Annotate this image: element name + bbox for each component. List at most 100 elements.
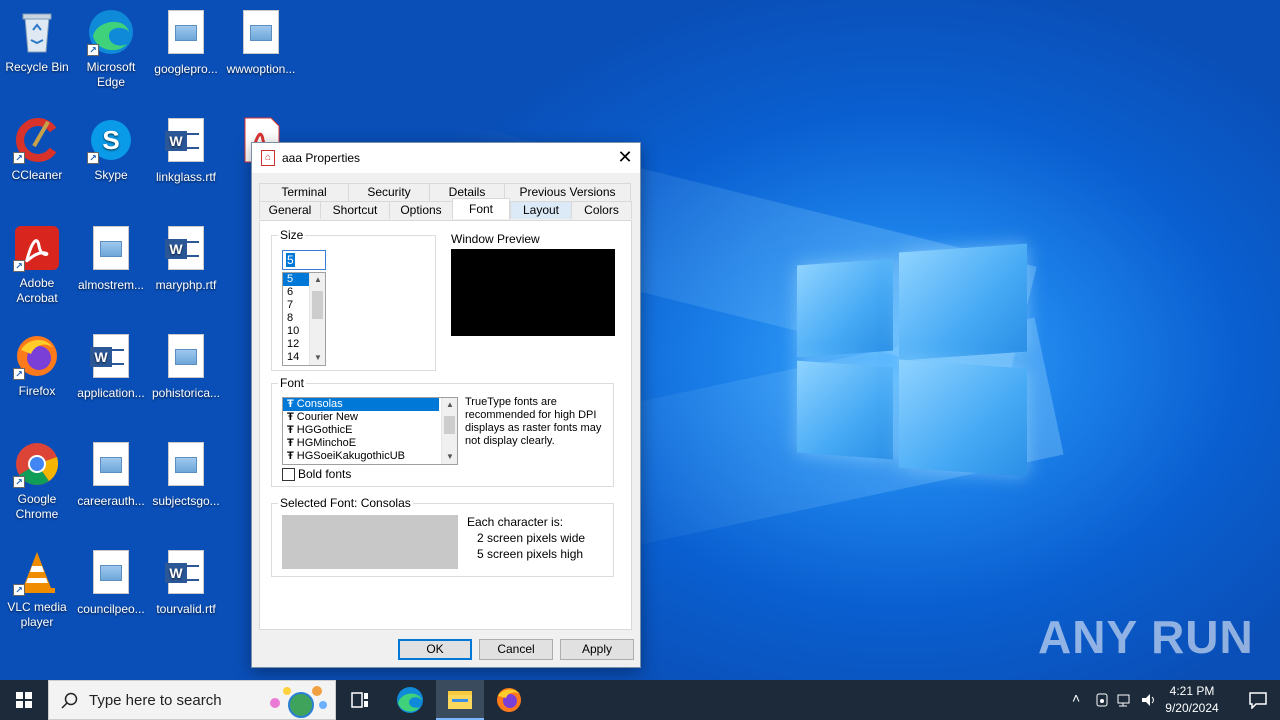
- apply-button[interactable]: Apply: [560, 639, 634, 660]
- scroll-thumb[interactable]: [444, 416, 455, 434]
- image-file-icon: [243, 10, 279, 54]
- chevron-up-icon[interactable]: ▲: [310, 273, 325, 287]
- tab-security[interactable]: Security: [348, 183, 430, 201]
- close-button[interactable]: ✕: [610, 143, 640, 173]
- desktop-icon-edge[interactable]: ↗ Microsoft Edge: [73, 8, 149, 90]
- desktop-icon-ccleaner[interactable]: ↗ CCleaner: [0, 116, 75, 183]
- window-preview: [451, 249, 615, 336]
- tab-terminal[interactable]: Terminal: [259, 183, 349, 201]
- cancel-button[interactable]: Cancel: [479, 639, 553, 660]
- list-item[interactable]: Ŧ HGSoeiKakugothicUB: [283, 450, 457, 463]
- vlc-cone-icon: ↗: [13, 548, 61, 596]
- desktop-icon-vlc[interactable]: ↗ VLC media player: [0, 548, 75, 630]
- tab-row-1: Terminal Security Details Previous Versi…: [259, 183, 632, 201]
- dialog-titlebar[interactable]: ⌂ aaa Properties ✕: [252, 143, 640, 173]
- truetype-icon: Ŧ: [287, 450, 297, 462]
- chevron-down-icon[interactable]: ▼: [310, 351, 325, 365]
- desktop-icon-wwwoption[interactable]: wwwoption...: [223, 8, 299, 77]
- tab-colors[interactable]: Colors: [571, 201, 632, 219]
- taskbar-search-box[interactable]: Type here to search: [48, 680, 336, 720]
- taskbar-edge[interactable]: [386, 680, 434, 720]
- scroll-thumb[interactable]: [312, 291, 323, 319]
- desktop-icon-label: Firefox: [18, 384, 56, 398]
- char-height-text: 5 screen pixels high: [477, 547, 584, 561]
- firefox-icon: ↗: [13, 332, 61, 380]
- chevron-up-icon[interactable]: ▲: [442, 398, 457, 412]
- desktop-icon-maryphp[interactable]: W maryphp.rtf: [148, 224, 224, 293]
- desktop-icon-application[interactable]: W application...: [73, 332, 149, 401]
- truetype-hint: TrueType fonts are recommended for high …: [465, 396, 602, 447]
- ok-button[interactable]: OK: [398, 639, 472, 660]
- font-listbox[interactable]: Ŧ Consolas Ŧ Courier New Ŧ HGGothicE Ŧ H…: [282, 397, 458, 465]
- desktop-icon-almostrem[interactable]: almostrem...: [73, 224, 149, 293]
- desktop-icon-googlepro[interactable]: googlepro...: [148, 8, 224, 77]
- svg-text:S: S: [102, 125, 119, 155]
- window-preview-label: Window Preview: [451, 232, 540, 246]
- task-view-icon: [351, 692, 368, 708]
- tab-shortcut[interactable]: Shortcut: [320, 201, 390, 219]
- device-icon[interactable]: [1094, 692, 1110, 708]
- list-item[interactable]: 5: [283, 273, 309, 286]
- desktop-icon-councilpeo[interactable]: councilpeo...: [73, 548, 149, 617]
- desktop-icon-google-chrome[interactable]: ↗ Google Chrome: [0, 440, 75, 522]
- desktop-icon-label: tourvalid.rtf: [156, 602, 216, 616]
- list-item[interactable]: Ŧ HGGothicE: [283, 424, 457, 437]
- selected-font-group: Selected Font: Consolas Each character i…: [271, 496, 614, 577]
- tab-general[interactable]: General: [259, 201, 321, 219]
- notification-center-button[interactable]: [1236, 680, 1280, 720]
- tab-font[interactable]: Font: [452, 198, 510, 219]
- task-view-button[interactable]: [336, 680, 384, 720]
- properties-dialog: ⌂ aaa Properties ✕ Terminal Security Det…: [251, 142, 641, 668]
- size-listbox[interactable]: 5 6 7 8 10 12 14 ▲ ▼: [282, 272, 326, 366]
- taskbar-firefox[interactable]: [485, 680, 533, 720]
- chevron-down-icon[interactable]: ▼: [442, 450, 457, 464]
- list-item[interactable]: Ŧ Consolas: [283, 398, 439, 411]
- tab-options[interactable]: Options: [389, 201, 453, 219]
- search-highlight-illustration-icon: [270, 686, 327, 718]
- desktop-icon-subjectsgo[interactable]: subjectsgo...: [148, 440, 224, 509]
- pdf-file-icon: ⌂: [261, 150, 275, 166]
- list-item[interactable]: Ŧ HGMinchoE: [283, 437, 457, 450]
- desktop-icon-label: Recycle Bin: [5, 60, 69, 74]
- desktop-icon-label: wwwoption...: [226, 62, 296, 76]
- taskbar-clock[interactable]: 4:21 PM 9/20/2024: [1152, 683, 1232, 717]
- desktop-icon-tourvalid[interactable]: W tourvalid.rtf: [148, 548, 224, 617]
- desktop-icon-firefox[interactable]: ↗ Firefox: [0, 332, 75, 399]
- desktop-icon-pohistorica[interactable]: pohistorica...: [148, 332, 224, 401]
- network-icon[interactable]: [1116, 692, 1134, 708]
- desktop-icon-recycle-bin[interactable]: Recycle Bin: [0, 8, 75, 75]
- recycle-bin-icon: [13, 8, 61, 56]
- each-char-label: Each character is:: [467, 515, 564, 529]
- desktop-icon-linkglass[interactable]: W linkglass.rtf: [148, 116, 224, 185]
- size-group-label: Size: [278, 228, 306, 242]
- desktop-icon-adobe-acrobat[interactable]: ↗ Adobe Acrobat: [0, 224, 75, 306]
- bold-fonts-label: Bold fonts: [298, 467, 352, 481]
- desktop-icon-label: VLC media player: [7, 600, 67, 629]
- list-item[interactable]: Ŧ Courier New: [283, 411, 457, 424]
- tab-layout[interactable]: Layout: [510, 201, 572, 219]
- size-scrollbar[interactable]: ▲ ▼: [309, 273, 325, 365]
- taskbar: Type here to search ˄ 4:21 PM 9/20/2024: [0, 680, 1280, 720]
- search-icon: [61, 692, 78, 709]
- taskbar-file-explorer[interactable]: [436, 680, 484, 720]
- desktop-icon-skype[interactable]: S ↗ Skype: [73, 116, 149, 183]
- selected-font-label: Selected Font: Consolas: [278, 496, 413, 510]
- skype-icon: S ↗: [87, 116, 135, 164]
- truetype-icon: Ŧ: [287, 411, 297, 423]
- desktop-icon-label: linkglass.rtf: [155, 170, 217, 184]
- size-input[interactable]: 5: [282, 250, 326, 270]
- chevron-up-icon[interactable]: ˄: [1072, 690, 1080, 706]
- dialog-title: aaa Properties: [282, 151, 361, 165]
- desktop-icon-label: careerauth...: [77, 494, 145, 508]
- bold-fonts-checkbox[interactable]: [282, 468, 295, 481]
- clock-time: 4:21 PM: [1169, 684, 1215, 698]
- image-file-icon: [168, 334, 204, 378]
- ccleaner-icon: ↗: [13, 116, 61, 164]
- image-file-icon: [93, 442, 129, 486]
- tab-previous-versions[interactable]: Previous Versions: [504, 183, 631, 201]
- start-button[interactable]: [0, 680, 48, 720]
- desktop-icon-label: googlepro...: [154, 62, 218, 76]
- desktop-icon-careerauth[interactable]: careerauth...: [73, 440, 149, 509]
- word-document-icon: W: [165, 118, 204, 162]
- font-scrollbar[interactable]: ▲ ▼: [441, 398, 457, 464]
